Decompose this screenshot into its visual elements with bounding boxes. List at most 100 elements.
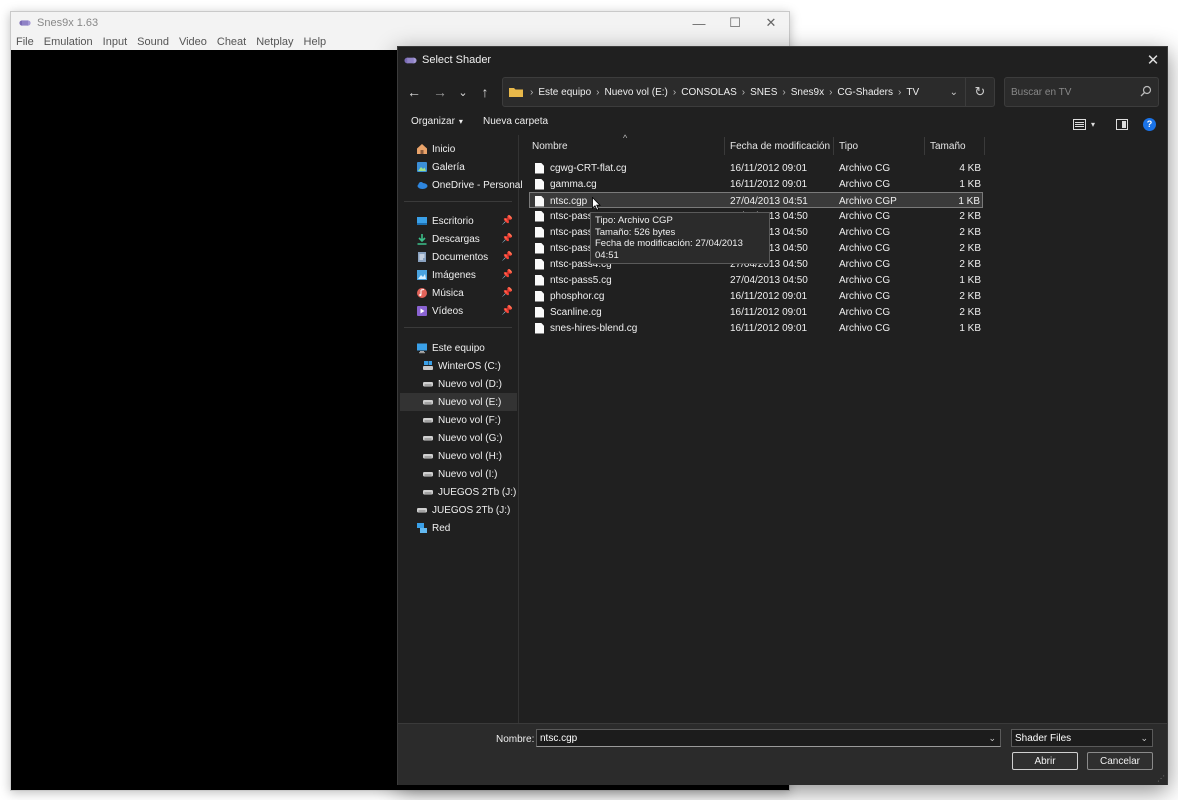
column-header-name[interactable]: Nombre [532,135,568,157]
menu-help[interactable]: Help [299,36,332,48]
sidebar-item-drive-i[interactable]: Nuevo vol (I:) [400,465,517,483]
up-button[interactable]: ↑ [474,81,496,103]
menu-cheat[interactable]: Cheat [212,36,251,48]
breadcrumb-separator[interactable]: › [898,87,901,98]
file-row[interactable]: Scanline.cg 16/11/2012 09:01 Archivo CG … [529,304,983,320]
view-options-button[interactable]: ▾ [1073,115,1095,133]
open-button[interactable]: Abrir [1012,752,1078,770]
column-header-date[interactable]: Fecha de modificación [730,135,830,157]
drive-icon [423,454,433,459]
menu-sound[interactable]: Sound [132,36,174,48]
menu-input[interactable]: Input [98,36,132,48]
sidebar-item-label: Nuevo vol (E:) [438,396,502,408]
breadcrumb-nuevo-vol-e[interactable]: Nuevo vol (E:) [605,87,668,98]
sidebar-item-drive-h[interactable]: Nuevo vol (H:) [400,447,517,465]
breadcrumb-snes[interactable]: SNES [750,87,777,98]
pin-icon[interactable]: 📌 [502,215,513,226]
sidebar-item-drive-d[interactable]: Nuevo vol (D:) [400,375,517,393]
help-button[interactable]: ? [1143,115,1156,133]
sidebar-item-drive-e[interactable]: Nuevo vol (E:) [400,393,517,411]
file-size: 4 KB [959,162,981,174]
sidebar-item-videos[interactable]: Vídeos 📌 [400,302,517,320]
new-folder-button[interactable]: Nueva carpeta [483,116,548,127]
close-button[interactable]: ✕ [753,12,789,34]
file-row[interactable]: cgwg-CRT-flat.cg 16/11/2012 09:01 Archiv… [529,160,983,176]
sidebar-item-inicio[interactable]: Inicio [400,140,517,158]
sidebar-item-documentos[interactable]: Documentos 📌 [400,248,517,266]
sidebar-item-drive-f[interactable]: Nuevo vol (F:) [400,411,517,429]
search-input[interactable]: Buscar en TV [1004,77,1159,107]
back-button[interactable]: ← [403,81,425,103]
menu-video[interactable]: Video [174,36,212,48]
breadcrumb-snes9x[interactable]: Snes9x [791,87,824,98]
sidebar-item-este-equipo[interactable]: Este equipo [400,339,517,357]
breadcrumb-tv[interactable]: TV [906,87,919,98]
pin-icon[interactable]: 📌 [502,251,513,262]
snes9x-title: Snes9x 1.63 [37,17,99,29]
minimize-button[interactable]: — [681,12,717,34]
column-separator[interactable] [924,137,925,155]
maximize-button[interactable]: ☐ [717,12,753,34]
sidebar-item-imagenes[interactable]: Imágenes 📌 [400,266,517,284]
file-date: 16/11/2012 09:01 [730,162,808,174]
address-history-chevron-icon[interactable]: ⌄ [950,78,958,106]
dialog-titlebar[interactable]: Select Shader ✕ [398,47,1167,73]
sidebar-item-galeria[interactable]: Galería [400,158,517,176]
pin-icon[interactable]: 📌 [502,269,513,280]
cancel-button[interactable]: Cancelar [1087,752,1153,770]
resize-grip-icon[interactable]: ⋰ [1157,774,1165,783]
column-header-type[interactable]: Tipo [839,135,858,157]
breadcrumb-este-equipo[interactable]: Este equipo [538,87,591,98]
sidebar-item-juegos-j[interactable]: JUEGOS 2Tb (J:) [400,501,517,519]
sidebar-item-red[interactable]: Red [400,519,517,537]
file-type: Archivo CG [839,226,891,238]
filename-history-chevron-icon[interactable]: ⌄ [988,733,996,744]
sidebar-item-label: JUEGOS 2Tb (J:) [438,486,517,498]
file-row[interactable]: phosphor.cg 16/11/2012 09:01 Archivo CG … [529,288,983,304]
sidebar-item-escritorio[interactable]: Escritorio 📌 [400,212,517,230]
refresh-button[interactable]: ↻ [965,78,994,106]
snes9x-titlebar[interactable]: Snes9x 1.63 — ☐ ✕ [11,12,789,34]
file-row[interactable]: snes-hires-blend.cg 16/11/2012 09:01 Arc… [529,320,983,336]
column-separator[interactable] [724,137,725,155]
breadcrumb-separator[interactable]: › [782,87,785,98]
breadcrumb-consolas[interactable]: CONSOLAS [681,87,737,98]
pin-icon[interactable]: 📌 [502,305,513,316]
preview-pane-button[interactable] [1116,115,1128,133]
filetype-select[interactable]: Shader Files ⌄ [1011,729,1153,747]
column-separator[interactable] [984,137,985,155]
breadcrumb-separator[interactable]: › [829,87,832,98]
sidebar-item-musica[interactable]: Música 📌 [400,284,517,302]
sidebar-item-onedrive[interactable]: OneDrive - Personal [400,176,523,194]
filename-input[interactable]: ntsc.cgp ⌄ [536,729,1001,747]
breadcrumb-separator[interactable]: › [596,87,599,98]
file-row[interactable]: gamma.cg 16/11/2012 09:01 Archivo CG 1 K… [529,176,983,192]
file-list: ^ Nombre Fecha de modificación Tipo Tama… [519,133,1167,723]
sidebar-item-label: Nuevo vol (G:) [438,432,503,444]
menu-netplay[interactable]: Netplay [251,36,298,48]
breadcrumb-cg-shaders[interactable]: CG-Shaders [837,87,893,98]
file-size: 2 KB [959,242,981,254]
menu-emulation[interactable]: Emulation [39,36,98,48]
forward-button[interactable]: → [429,81,451,103]
menu-file[interactable]: File [11,36,39,48]
column-header-size[interactable]: Tamaño [930,135,966,157]
file-row[interactable]: ntsc-pass5.cg 27/04/2013 04:50 Archivo C… [529,272,983,288]
sidebar-item-drive-g[interactable]: Nuevo vol (G:) [400,429,517,447]
sidebar-item-descargas[interactable]: Descargas 📌 [400,230,517,248]
recent-locations-button[interactable]: ⌄ [452,81,474,103]
sidebar-item-label: Red [432,522,451,534]
file-size: 2 KB [959,226,981,238]
pin-icon[interactable]: 📌 [502,287,513,298]
pin-icon[interactable]: 📌 [502,233,513,244]
file-type: Archivo CG [839,162,891,174]
breadcrumb-separator[interactable]: › [742,87,745,98]
address-bar[interactable]: › Este equipo › Nuevo vol (E:) › CONSOLA… [502,77,995,107]
breadcrumb-separator[interactable]: › [673,87,676,98]
sidebar-item-drive-c[interactable]: WinterOS (C:) [400,357,517,375]
column-separator[interactable] [833,137,834,155]
sidebar-item-drive-j[interactable]: JUEGOS 2Tb (J:) [400,483,517,501]
dialog-close-button[interactable]: ✕ [1139,47,1167,73]
organize-button[interactable]: Organizar ▾ [411,116,463,127]
file-type: Archivo CG [839,258,891,270]
